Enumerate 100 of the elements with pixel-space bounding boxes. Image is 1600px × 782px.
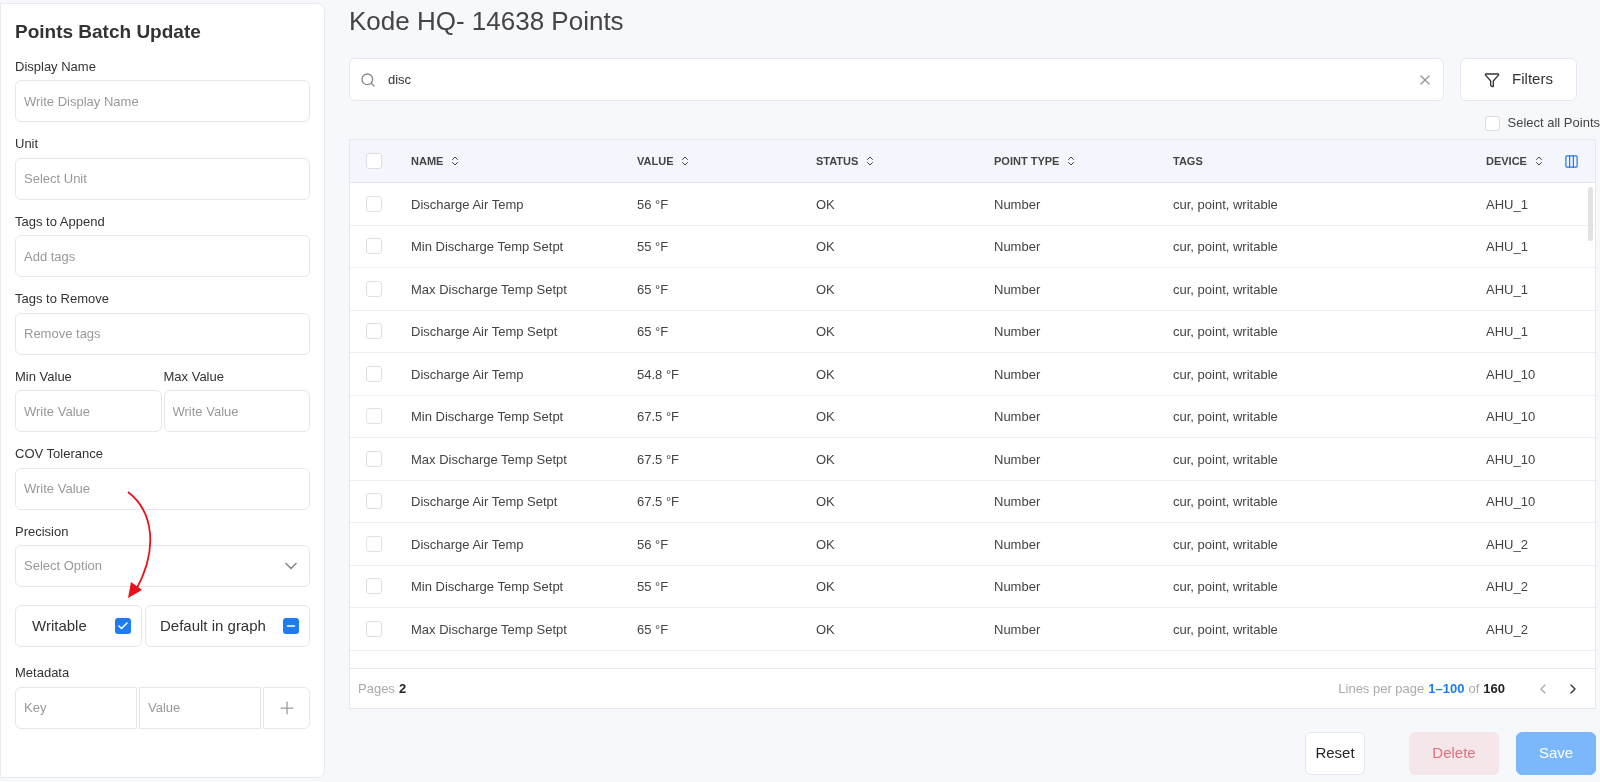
search-field[interactable]: disc (349, 58, 1444, 101)
field-label: Unit (15, 135, 40, 153)
input-field[interactable]: Write Value (15, 467, 310, 510)
table-cell: Number (994, 621, 1041, 637)
table-cell: cur, point, writable (1173, 451, 1278, 467)
table-cell: Number (994, 239, 1041, 255)
search-icon (360, 71, 376, 88)
total-count: 160 (1483, 679, 1505, 698)
table-cell: cur, point, writable (1173, 494, 1278, 510)
field-label: Display Name (15, 57, 97, 76)
table-cell: Max Discharge Temp Setpt (411, 281, 567, 297)
filter-icon (1484, 71, 1501, 88)
table-cell: Number (994, 494, 1041, 510)
table-cell: 67.5 °F (637, 451, 680, 467)
checkbox-label: Writable (32, 615, 87, 636)
table-cell: Min Discharge Temp Setpt (411, 579, 564, 595)
table-cell: OK (816, 621, 835, 637)
table-cell: Max Discharge Temp Setpt (411, 621, 567, 637)
table-cell: Min Discharge Temp Setpt (411, 239, 564, 255)
of-text: of (1468, 679, 1480, 698)
checkbox[interactable] (366, 153, 382, 169)
checkbox[interactable] (366, 408, 382, 425)
table-cell: Number (994, 324, 1041, 340)
table-cell: 54.8 °F (637, 366, 680, 382)
input-field[interactable]: Remove tags (15, 312, 310, 355)
table-cell: Number (994, 366, 1041, 382)
column-header[interactable]: VALUE (637, 152, 674, 170)
table-cell: 55 °F (637, 239, 669, 255)
pages-count: 2 (398, 679, 407, 698)
table-cell: AHU_1 (1486, 281, 1528, 297)
search-text: disc (388, 70, 413, 89)
column-header[interactable]: STATUS (816, 152, 859, 170)
table-cell: cur, point, writable (1173, 579, 1278, 595)
table-cell: cur, point, writable (1173, 281, 1278, 297)
checkbox[interactable] (366, 323, 382, 340)
table-cell: AHU_1 (1486, 324, 1528, 340)
checkbox[interactable] (283, 618, 299, 634)
checkbox[interactable] (366, 493, 382, 510)
checkbox[interactable] (366, 535, 382, 552)
table-cell: 65 °F (637, 281, 669, 297)
add-button[interactable] (263, 686, 310, 729)
table-cell: Number (994, 536, 1041, 552)
columns-icon[interactable] (1564, 153, 1579, 169)
table-cell: 67.5 °F (637, 409, 680, 425)
range-text[interactable]: 1–100 (1428, 678, 1465, 699)
table-cell: Discharge Air Temp Setpt (411, 494, 558, 510)
input-field[interactable]: Add tags (15, 235, 310, 277)
table-cell: OK (816, 494, 835, 510)
value-field[interactable]: Value (139, 686, 261, 729)
table-cell: Number (994, 409, 1041, 425)
table-cell: AHU_2 (1486, 579, 1528, 595)
table-cell: Max Discharge Temp Setpt (411, 451, 567, 467)
checkbox[interactable] (366, 620, 382, 637)
table-cell: Discharge Air Temp (411, 536, 524, 552)
input-field[interactable]: Write Display Name (15, 80, 310, 122)
table-cell: 65 °F (637, 324, 669, 340)
field-label: COV Tolerance (15, 445, 104, 463)
table-cell: AHU_10 (1486, 366, 1536, 382)
column-header[interactable]: TAGS (1173, 152, 1203, 170)
check-icon (117, 620, 129, 632)
checkbox[interactable] (1484, 115, 1500, 131)
field-label: Min Value (15, 367, 73, 386)
input-field[interactable]: Write Value (15, 390, 162, 432)
table-cell: Number (994, 281, 1041, 297)
checkbox[interactable] (366, 280, 382, 297)
scrollbar-thumb[interactable] (1588, 187, 1593, 241)
checkbox[interactable] (366, 450, 382, 467)
pages-label: Pages (358, 679, 395, 698)
table-cell: AHU_2 (1486, 536, 1528, 552)
checkbox[interactable] (366, 365, 382, 382)
table-cell: 55 °F (637, 579, 669, 595)
table-cell: OK (816, 196, 835, 212)
checkbox[interactable] (115, 618, 131, 634)
table-cell: cur, point, writable (1173, 409, 1278, 425)
column-header[interactable]: POINT TYPE (994, 152, 1060, 170)
table-cell: OK (816, 281, 835, 297)
lines-label: Lines per page (1338, 679, 1425, 698)
checkbox-label: Select all Points (1507, 114, 1600, 133)
column-header[interactable]: DEVICE (1486, 152, 1527, 170)
action-button[interactable]: Reset (1305, 732, 1365, 775)
input-field[interactable]: Write Value (163, 390, 310, 432)
table-cell: OK (816, 451, 835, 467)
checkbox[interactable] (366, 238, 382, 255)
table-cell: cur, point, writable (1173, 366, 1278, 382)
field-label: Tags to Remove (15, 290, 110, 308)
table-cell: cur, point, writable (1173, 239, 1278, 255)
table-cell: cur, point, writable (1173, 621, 1278, 637)
table-cell: OK (816, 409, 835, 425)
input-field[interactable]: Select Unit (15, 157, 310, 200)
table-cell: 56 °F (637, 536, 669, 552)
table-cell: cur, point, writable (1173, 196, 1278, 212)
checkbox[interactable] (366, 195, 382, 212)
column-header[interactable]: NAME (411, 152, 444, 170)
checkbox[interactable] (366, 578, 382, 595)
table-cell: Discharge Air Temp Setpt (411, 324, 558, 340)
filters-button[interactable]: Filters (1460, 58, 1577, 101)
table-cell: OK (816, 324, 835, 340)
key-field[interactable]: Key (15, 686, 137, 729)
field-label: Max Value (163, 367, 225, 386)
table-cell: Number (994, 196, 1041, 212)
